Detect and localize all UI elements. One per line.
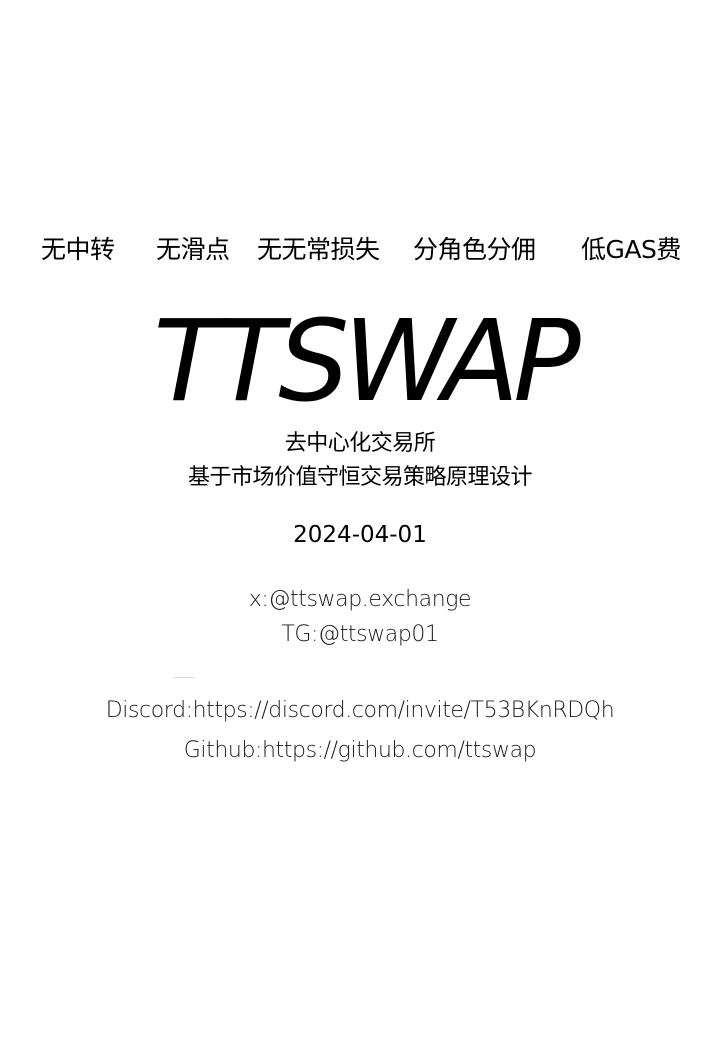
feature-no-impermanent-loss: 无无常损失	[257, 235, 380, 264]
feature-low-gas: 低GAS费	[581, 235, 681, 264]
feature-no-intermediary: 无中转	[41, 235, 115, 264]
feature-role-commission: 分角色分佣	[413, 235, 536, 264]
publication-date: 2024-04-01	[293, 522, 427, 548]
divider-mark	[174, 677, 194, 678]
contact-x-handle: x:@ttswap.exchange	[248, 587, 472, 612]
ttswap-logo: TTSWAP	[153, 297, 580, 427]
feature-list: 无中转 无滑点 无无常损失 分角色分佣 低GAS费	[0, 232, 720, 268]
contact-github-link[interactable]: Github:https://github.com/ttswap	[0, 734, 720, 768]
subtitle-design-principle: 基于市场价值守恒交易策略原理设计	[187, 465, 533, 490]
contact-discord-link[interactable]: Discord:https://discord.com/invite/T53BK…	[0, 694, 720, 728]
subtitle-exchange: 去中心化交易所	[284, 431, 436, 456]
feature-no-slippage: 无滑点	[156, 235, 230, 264]
contact-telegram: TG:@ttswap01	[281, 622, 439, 647]
